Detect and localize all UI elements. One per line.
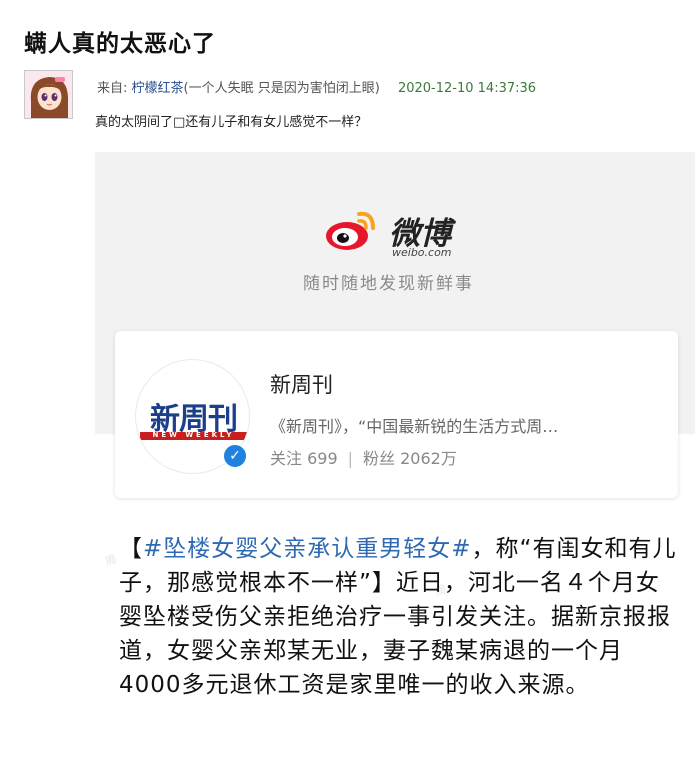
post-meta: 来自: 柠檬红茶(一个人失眠 只是因为害怕闭上眼) 2020-12-10 14:…: [97, 77, 536, 96]
article-text: 【#坠楼女婴父亲承认重男轻女#，称“有闺女和有儿子，那感觉根本不一样”】近日，河…: [119, 532, 679, 702]
article-open-bracket: 【: [119, 536, 143, 562]
watermark: 周: [103, 552, 119, 569]
followers-count: 粉丝 2062万: [363, 449, 457, 468]
following-count: 关注 699: [270, 449, 338, 468]
weibo-slogan: 随时随地发现新鲜事: [303, 274, 474, 294]
weibo-domain: weibo.com: [392, 246, 452, 259]
shared-weibo-image: 微博 weibo.com 随时随地发现新鲜事 新周刊 NEW WEEKLY ✓ …: [95, 152, 695, 780]
post-title: 螨人真的太恶心了: [24, 31, 216, 57]
author-link[interactable]: 柠檬红茶: [132, 81, 184, 96]
account-stats: 关注 699 | 粉丝 2062万: [270, 445, 457, 469]
account-name[interactable]: 新周刊: [270, 369, 333, 399]
hashtag-link[interactable]: #坠楼女婴父亲承认重男轻女#: [143, 536, 472, 562]
account-card[interactable]: 新周刊 NEW WEEKLY ✓ 新周刊 《新周刊》，“中国最新锐的生活方式周……: [115, 331, 678, 498]
post-text: 真的太阴间了□还有儿子和有女儿感觉不一样？: [95, 115, 368, 130]
avatar-image: [25, 71, 72, 118]
post-timestamp: 2020-12-10 14:37:36: [397, 81, 537, 96]
account-description: 《新周刊》，“中国最新锐的生活方式周…: [270, 417, 559, 436]
stats-separator: |: [347, 449, 354, 468]
author-note: (一个人失眠 只是因为害怕闭上眼): [183, 81, 380, 96]
avatar[interactable]: [24, 70, 73, 119]
meta-from-label: 来自:: [97, 81, 128, 96]
logo-stripe-text: NEW WEEKLY: [152, 431, 235, 439]
weibo-eye-logo-icon: [326, 211, 375, 250]
verified-v-icon: ✓: [222, 443, 248, 469]
